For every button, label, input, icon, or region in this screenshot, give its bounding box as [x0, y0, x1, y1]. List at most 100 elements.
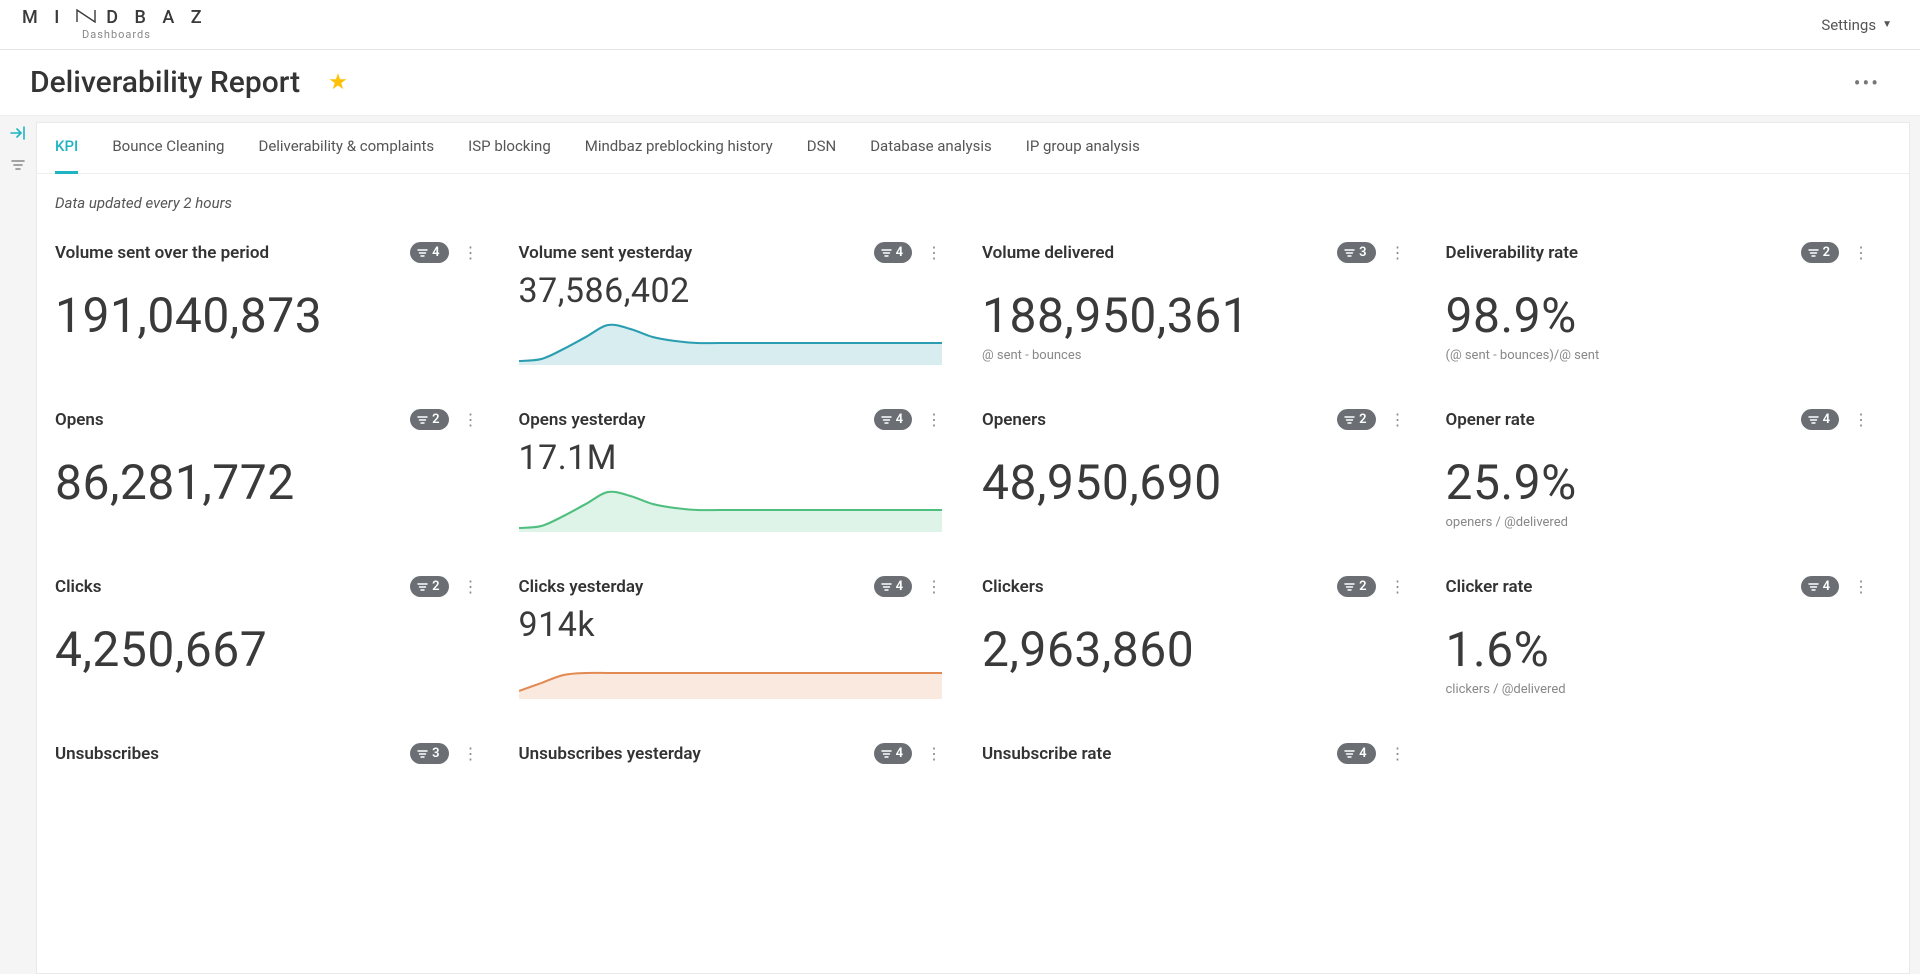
card-subtitle: clickers / @delivered — [1446, 682, 1870, 697]
filter-pill-count: 3 — [432, 746, 439, 761]
tab-dsn[interactable]: DSN — [807, 137, 836, 173]
tab-bounce-cleaning[interactable]: Bounce Cleaning — [112, 137, 224, 173]
card-clicks-yesterday: Clicks yesterday 4 ⋮ 914k — [519, 576, 943, 703]
card-more-icon[interactable]: ⋮ — [463, 577, 479, 596]
filter-pill-count: 2 — [432, 579, 439, 594]
tab-preblocking-history[interactable]: Mindbaz preblocking history — [585, 137, 773, 173]
card-empty-r3c3 — [1446, 743, 1870, 764]
filter-pill[interactable]: 4 — [874, 409, 912, 430]
brand-logo: M I D B A Z Dashboards — [22, 9, 208, 40]
filter-pill[interactable]: 2 — [1801, 242, 1839, 263]
card-volume-sent-yesterday: Volume sent yesterday 4 ⋮ 37,586,402 — [519, 242, 943, 369]
card-value: 2,963,860 — [982, 621, 1406, 678]
tab-ip-group-analysis[interactable]: IP group analysis — [1026, 137, 1140, 173]
card-title: Unsubscribes — [55, 744, 159, 764]
card-more-icon[interactable]: ⋮ — [1853, 410, 1869, 429]
tab-deliverability[interactable]: Deliverability & complaints — [258, 137, 434, 173]
filter-pill[interactable]: 3 — [410, 743, 448, 764]
filter-pill[interactable]: 4 — [1801, 409, 1839, 430]
card-title: Volume sent yesterday — [519, 243, 693, 263]
filter-pill[interactable]: 4 — [1801, 576, 1839, 597]
card-clickers: Clickers 2 ⋮ 2,963,860 — [982, 576, 1406, 703]
card-title: Clickers — [982, 577, 1044, 597]
card-opener-rate: Opener rate 4 ⋮ 25.9% openers / @deliver… — [1446, 409, 1870, 536]
filter-pill[interactable]: 3 — [1337, 242, 1375, 263]
card-value: 914k — [519, 605, 943, 645]
card-clicker-rate: Clicker rate 4 ⋮ 1.6% clickers / @delive… — [1446, 576, 1870, 703]
card-unsubscribes-yesterday: Unsubscribes yesterday 4 ⋮ — [519, 743, 943, 764]
content-panel: KPI Bounce Cleaning Deliverability & com… — [36, 122, 1910, 974]
card-value: 4,250,667 — [55, 621, 479, 678]
card-unsubscribes: Unsubscribes 3 ⋮ — [55, 743, 479, 764]
card-more-icon[interactable]: ⋮ — [1390, 744, 1406, 763]
card-opens: Opens 2 ⋮ 86,281,772 — [55, 409, 479, 536]
filter-pill-count: 4 — [896, 412, 903, 427]
card-title: Clicker rate — [1446, 577, 1533, 597]
card-more-icon[interactable]: ⋮ — [1390, 410, 1406, 429]
card-title: Opener rate — [1446, 410, 1535, 430]
settings-menu[interactable]: Settings ▼ — [1821, 16, 1892, 34]
card-more-icon[interactable]: ⋮ — [926, 744, 942, 763]
filter-pill[interactable]: 4 — [874, 743, 912, 764]
top-bar: M I D B A Z Dashboards Settings ▼ — [0, 0, 1920, 50]
card-more-icon[interactable]: ⋮ — [463, 744, 479, 763]
card-unsubscribe-rate: Unsubscribe rate 4 ⋮ — [982, 743, 1406, 764]
card-value: 191,040,873 — [55, 287, 479, 344]
card-title: Unsubscribe rate — [982, 744, 1111, 764]
card-volume-delivered: Volume delivered 3 ⋮ 188,950,361 @ sent … — [982, 242, 1406, 369]
card-title: Openers — [982, 410, 1046, 430]
filter-pill[interactable]: 4 — [874, 576, 912, 597]
filter-pill[interactable]: 2 — [410, 576, 448, 597]
star-icon[interactable]: ★ — [328, 70, 348, 95]
card-value: 1.6% — [1446, 621, 1870, 678]
filter-panel-icon[interactable] — [10, 158, 26, 176]
page-title: Deliverability Report — [30, 65, 300, 100]
filter-pill-count: 4 — [1359, 746, 1366, 761]
card-value: 188,950,361 — [982, 287, 1406, 344]
card-subtitle: (@ sent - bounces)/@ sent — [1446, 348, 1870, 363]
tab-kpi[interactable]: KPI — [55, 137, 78, 174]
tab-database-analysis[interactable]: Database analysis — [870, 137, 992, 173]
card-more-icon[interactable]: ⋮ — [1853, 243, 1869, 262]
card-more-icon[interactable]: ⋮ — [463, 243, 479, 262]
card-clicks: Clicks 2 ⋮ 4,250,667 — [55, 576, 479, 703]
card-value: 25.9% — [1446, 454, 1870, 511]
card-more-icon[interactable]: ⋮ — [1853, 577, 1869, 596]
card-title: Clicks yesterday — [519, 577, 644, 597]
card-more-icon[interactable]: ⋮ — [1390, 577, 1406, 596]
card-opens-yesterday: Opens yesterday 4 ⋮ 17.1M — [519, 409, 943, 536]
card-value: 48,950,690 — [982, 454, 1406, 511]
card-more-icon[interactable]: ⋮ — [926, 410, 942, 429]
filter-pill-count: 3 — [1359, 245, 1366, 260]
more-horizontal-icon[interactable]: ••• — [1854, 71, 1880, 95]
settings-label: Settings — [1821, 16, 1876, 34]
tab-isp-blocking[interactable]: ISP blocking — [468, 137, 551, 173]
card-value: 98.9% — [1446, 287, 1870, 344]
card-more-icon[interactable]: ⋮ — [926, 243, 942, 262]
card-more-icon[interactable]: ⋮ — [463, 410, 479, 429]
filter-pill[interactable]: 2 — [1337, 409, 1375, 430]
card-more-icon[interactable]: ⋮ — [926, 577, 942, 596]
card-title: Opens — [55, 410, 104, 430]
filter-pill-count: 4 — [896, 746, 903, 761]
card-title: Volume delivered — [982, 243, 1114, 263]
filter-pill[interactable]: 4 — [1337, 743, 1375, 764]
card-title: Deliverability rate — [1446, 243, 1579, 263]
left-gutter — [0, 116, 36, 974]
title-bar: Deliverability Report ★ ••• — [0, 50, 1920, 116]
card-deliverability-rate: Deliverability rate 2 ⋮ 98.9% (@ sent - … — [1446, 242, 1870, 369]
card-volume-sent-period: Volume sent over the period 4 ⋮ 191,040,… — [55, 242, 479, 369]
brand-main: M I D B A Z — [22, 9, 208, 27]
card-title: Volume sent over the period — [55, 243, 269, 263]
card-more-icon[interactable]: ⋮ — [1390, 243, 1406, 262]
filter-pill[interactable]: 2 — [1337, 576, 1375, 597]
tabs: KPI Bounce Cleaning Deliverability & com… — [37, 123, 1909, 174]
filter-pill-count: 4 — [432, 245, 439, 260]
card-openers: Openers 2 ⋮ 48,950,690 — [982, 409, 1406, 536]
card-value: 37,586,402 — [519, 271, 943, 311]
filter-pill[interactable]: 4 — [874, 242, 912, 263]
expand-panel-icon[interactable] — [10, 126, 26, 144]
filter-pill[interactable]: 2 — [410, 409, 448, 430]
filter-pill[interactable]: 4 — [410, 242, 448, 263]
brand-sub: Dashboards — [82, 29, 208, 40]
